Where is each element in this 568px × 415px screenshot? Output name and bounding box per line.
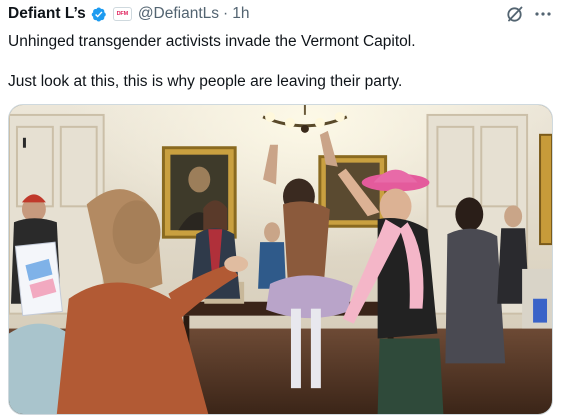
protest-sign bbox=[14, 241, 63, 317]
tweet-card[interactable]: Defiant L’s DFM @DefiantLs · 1h Unhinged… bbox=[0, 0, 568, 415]
more-icon[interactable] bbox=[533, 4, 553, 24]
tweet-text: Unhinged transgender activists invade th… bbox=[8, 32, 558, 92]
author-display-name[interactable]: Defiant L’s bbox=[8, 5, 86, 23]
tweet-timestamp[interactable]: 1h bbox=[232, 5, 249, 23]
video-media[interactable] bbox=[8, 104, 553, 415]
grok-icon[interactable] bbox=[505, 4, 525, 24]
author-handle[interactable]: @DefiantLs bbox=[138, 5, 219, 23]
blue-item bbox=[533, 298, 548, 323]
tweet-header: Defiant L’s DFM @DefiantLs · 1h bbox=[8, 3, 249, 25]
video-frame bbox=[9, 105, 552, 414]
verified-badge-icon[interactable] bbox=[90, 6, 107, 23]
tweet-text-line: Just look at this, this is why people ar… bbox=[8, 73, 403, 90]
tweet-text-line: Unhinged transgender activists invade th… bbox=[8, 33, 416, 50]
right-frame bbox=[539, 133, 552, 246]
separator-dot: · bbox=[223, 5, 229, 22]
affiliate-badge-icon[interactable]: DFM bbox=[112, 7, 132, 21]
affiliate-badge-text: DFM bbox=[116, 11, 129, 17]
